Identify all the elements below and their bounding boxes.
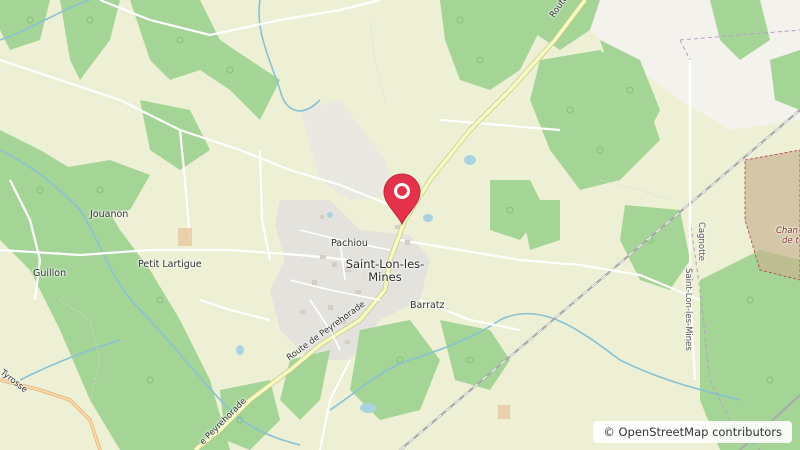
place-label-barratz: Barratz xyxy=(410,300,445,311)
attribution-link[interactable]: © OpenStreetMap contributors xyxy=(593,421,792,443)
place-label-petit-lartigue: Petit Lartigue xyxy=(138,259,202,270)
place-label-pachiou: Pachiou xyxy=(331,238,368,249)
forest-label-line2: de t xyxy=(782,236,799,246)
map-pin-icon xyxy=(383,173,421,226)
map-view[interactable]: Jouanon Guillon Petit Lartigue Pachiou S… xyxy=(0,0,800,450)
road-label-saint-lon-vertical: Saint-Lon-les-Mines xyxy=(683,268,693,351)
forest-label-line1: Chan xyxy=(776,226,798,236)
place-label-jouanon: Jouanon xyxy=(90,209,129,220)
farm-plot xyxy=(178,228,192,246)
location-marker[interactable] xyxy=(382,172,422,226)
town-label-saint-lon-les-mines: Saint-Lon-les-Mines xyxy=(345,257,425,284)
farm-plot-south xyxy=(498,405,510,419)
road-label-cagnotte: Cagnotte xyxy=(696,222,706,262)
place-label-guillon: Guillon xyxy=(33,268,67,279)
